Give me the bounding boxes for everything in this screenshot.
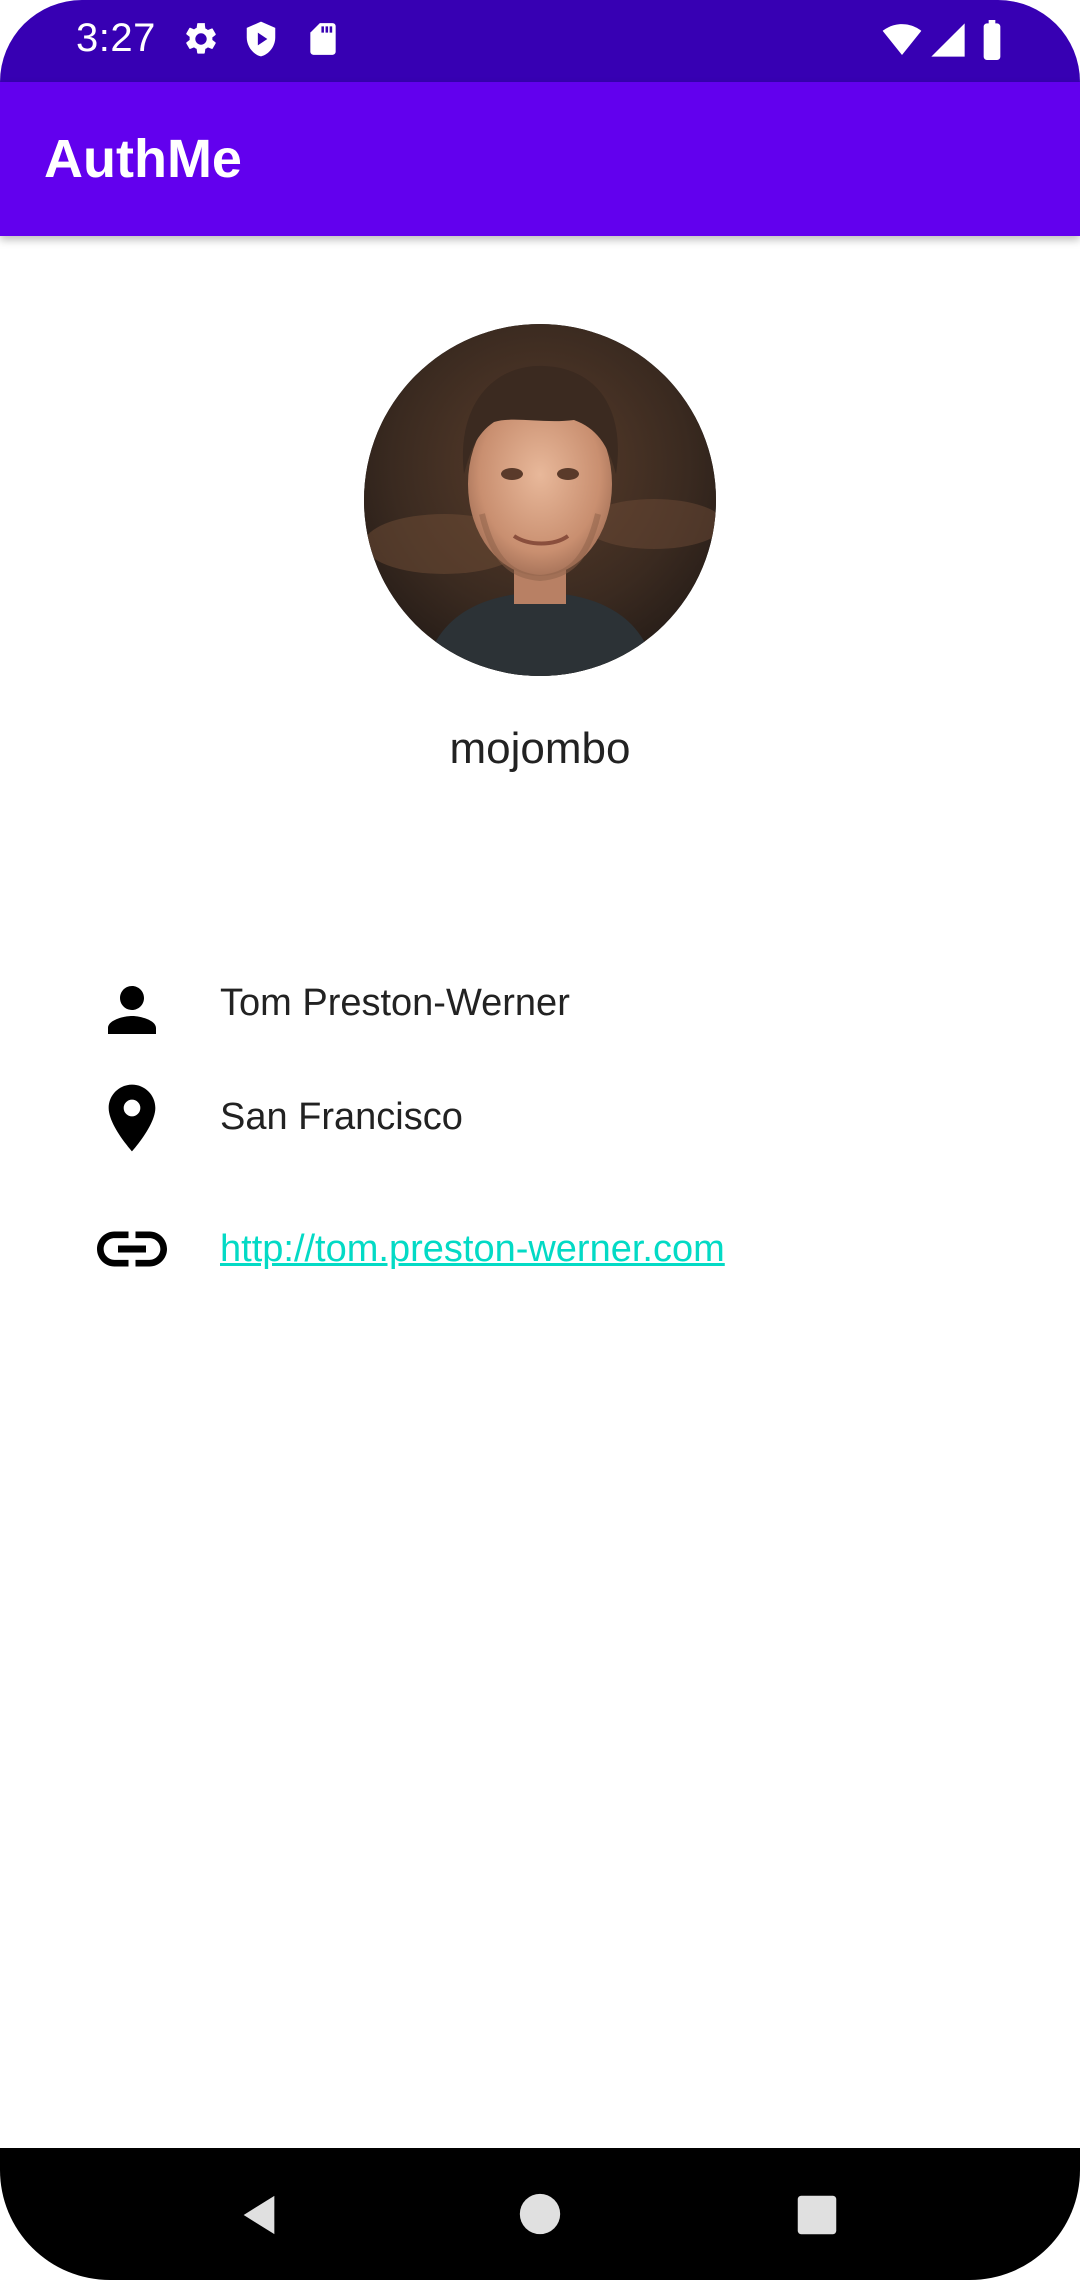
app-bar: AuthMe xyxy=(0,82,1080,236)
battery-icon xyxy=(983,20,1001,60)
link-icon xyxy=(97,1231,167,1267)
profile-photo xyxy=(364,324,716,676)
home-icon[interactable] xyxy=(518,2192,562,2236)
recents-icon[interactable] xyxy=(796,2194,838,2236)
profile-name: Tom Preston-Werner xyxy=(220,982,570,1024)
person-icon xyxy=(108,986,156,1034)
navigation-bar xyxy=(0,2148,1080,2280)
status-time: 3:27 xyxy=(76,16,156,60)
profile-location: San Francisco xyxy=(220,1096,463,1138)
username: mojombo xyxy=(449,724,631,773)
profile-website-link[interactable]: http://tom.preston-werner.com xyxy=(220,1228,725,1271)
shield-play-icon xyxy=(246,21,276,57)
avatar xyxy=(364,324,716,676)
status-bar: 3:27 xyxy=(0,0,1080,82)
back-icon[interactable] xyxy=(236,2192,282,2238)
gear-icon xyxy=(186,23,216,54)
signal-icon xyxy=(931,23,965,57)
sd-card-icon xyxy=(310,23,336,55)
app-title: AuthMe xyxy=(44,129,242,189)
wifi-icon xyxy=(882,24,922,55)
location-pin-icon xyxy=(108,1084,156,1152)
